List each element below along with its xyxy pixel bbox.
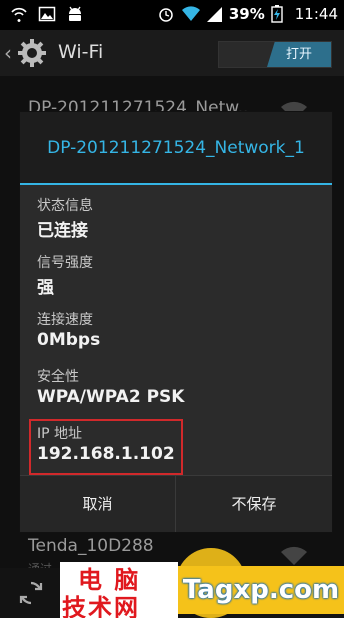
wifi-signal-icon: [181, 5, 200, 23]
action-bar: ‹ Wi-Fi 打开: [0, 30, 344, 76]
cancel-button[interactable]: 取消: [20, 476, 176, 532]
android-icon: [66, 5, 84, 23]
sync-icon[interactable]: [18, 580, 44, 610]
page-title: Wi-Fi: [58, 41, 104, 63]
dialog-button-bar: 取消 不保存: [20, 475, 332, 532]
link-speed-value: 0Mbps: [37, 330, 101, 350]
status-bar: 39% 11:44: [0, 0, 344, 30]
forget-network-button[interactable]: 不保存: [176, 476, 332, 532]
clock: 11:44: [294, 5, 338, 23]
status-label: 状态信息: [37, 198, 93, 214]
battery-charging-icon: [271, 5, 289, 23]
security-value: WPA/WPA2 PSK: [37, 387, 185, 407]
watermark-en: Tagxp.com: [178, 566, 344, 614]
link-speed-label: 连接速度: [37, 312, 93, 328]
network-item-bottom[interactable]: Tenda_10D288: [28, 536, 154, 556]
watermark: 电 脑 技术网 Tagxp.com: [60, 562, 344, 618]
watermark-cn-line2: 技术网: [62, 594, 140, 618]
back-chevron-icon[interactable]: ‹: [4, 41, 12, 65]
signal-strength-label: 信号强度: [37, 255, 93, 271]
watermark-cn-block: 电 脑 技术网: [60, 562, 178, 618]
wifi-toggle-on-label: 打开: [267, 42, 331, 67]
settings-gear-icon[interactable]: [16, 37, 48, 73]
security-label: 安全性: [37, 369, 79, 385]
signal-strength-value: 强: [37, 278, 54, 298]
dialog-title: DP-201211271524_Network_1: [20, 112, 332, 184]
dialog-body: 状态信息 已连接 信号强度 强 连接速度 0Mbps 安全性 WPA/WPA2 …: [20, 185, 332, 475]
network-details-dialog: DP-201211271524_Network_1 状态信息 已连接 信号强度 …: [20, 112, 332, 532]
wifi-toggle[interactable]: 打开: [218, 41, 332, 68]
status-value: 已连接: [37, 221, 88, 241]
image-icon: [38, 5, 56, 23]
ip-address-label: IP 地址: [37, 426, 83, 442]
battery-percent: 39%: [228, 5, 265, 23]
screen: 39% 11:44 ‹ Wi-Fi 打开 DP-201211271524_Net…: [0, 0, 344, 618]
wifi-hotspot-icon: [10, 5, 28, 23]
ip-address-value: 192.168.1.102: [37, 444, 175, 464]
alarm-icon: [157, 5, 175, 23]
cell-signal-icon: [205, 5, 223, 23]
